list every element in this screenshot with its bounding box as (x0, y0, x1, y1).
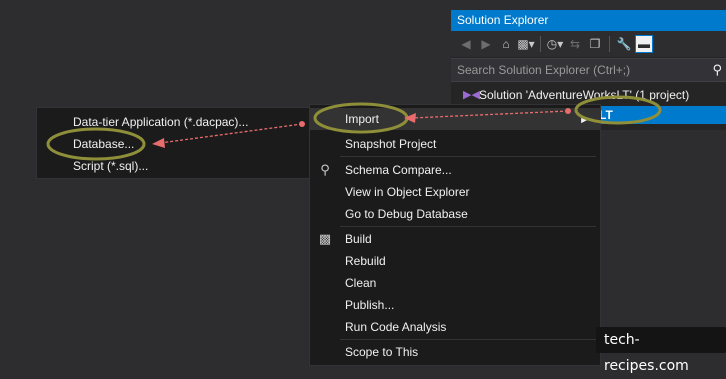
search-placeholder: Search Solution Explorer (Ctrl+;) (457, 63, 631, 77)
submenu-item-script[interactable]: Script (*.sql)... (73, 155, 148, 177)
toolbar-separator (540, 36, 541, 52)
forward-icon[interactable]: ▶ (477, 35, 495, 53)
menu-item-publish[interactable]: Publish... (310, 294, 600, 316)
menu-item-label: Snapshot Project (345, 137, 437, 151)
menu-item-go-to-debug-database[interactable]: Go to Debug Database (310, 203, 600, 225)
submenu-item-data-tier-application[interactable]: Data-tier Application (*.dacpac)... (73, 111, 248, 133)
menu-item-label: Clean (345, 276, 377, 290)
toolbar-separator (609, 36, 610, 52)
menu-item-label: Import (345, 112, 380, 126)
menu-item-run-code-analysis[interactable]: Run Code Analysis (310, 316, 600, 338)
menu-separator (340, 226, 596, 227)
menu-item-build[interactable]: ▩ Build (310, 228, 600, 250)
menu-item-schema-compare[interactable]: ⚲ Schema Compare... (310, 159, 600, 181)
sync-icon[interactable]: ⇆ (566, 35, 584, 53)
search-icon[interactable]: ⚲ (712, 62, 722, 78)
menu-item-snapshot-project[interactable]: Snapshot Project (310, 133, 600, 155)
build-icon: ▩ (318, 231, 332, 246)
submenu-item-database[interactable]: Database... (73, 133, 134, 155)
menu-item-label: Build (345, 232, 372, 246)
properties-icon[interactable]: 🔧 (615, 35, 633, 53)
menu-item-label: Go to Debug Database (345, 207, 468, 221)
back-icon[interactable]: ◀ (457, 35, 475, 53)
menu-item-rebuild[interactable]: Rebuild (310, 250, 600, 272)
watermark: tech-recipes.com (596, 327, 726, 374)
history-icon[interactable]: ◷▾ (546, 35, 564, 53)
menu-separator (340, 339, 596, 340)
menu-item-label: View in Object Explorer (345, 185, 470, 199)
solution-explorer-toolbar: ◀ ▶ ⌂ ▩▾ ◷▾ ⇆ ❐ 🔧 ▬ (451, 31, 726, 57)
solution-label: Solution 'AdventureWorksLT' (1 project) (479, 88, 690, 102)
visual-studio-solution-icon: ▶◀ (463, 89, 480, 101)
home-icon[interactable]: ⌂ (497, 35, 515, 53)
menu-item-scope-to-this[interactable]: Scope to This (310, 341, 600, 363)
menu-item-clean[interactable]: Clean (310, 272, 600, 294)
solution-explorer-search[interactable]: Search Solution Explorer (Ctrl+;) ⚲ (451, 58, 726, 82)
submenu-arrow-icon: ▶ (581, 114, 588, 124)
preview-icon[interactable]: ▬ (635, 35, 653, 53)
tree-item-solution[interactable]: ▶◀ Solution 'AdventureWorksLT' (1 projec… (451, 86, 726, 104)
menu-item-label: Rebuild (345, 254, 386, 268)
menu-item-label: Schema Compare... (345, 163, 452, 177)
project-label: LT (599, 108, 613, 122)
solution-explorer-title: Solution Explorer (451, 10, 726, 31)
menu-item-label: Run Code Analysis (345, 320, 447, 334)
import-submenu: Data-tier Application (*.dacpac)... Data… (36, 107, 310, 179)
menu-item-view-in-object-explorer[interactable]: View in Object Explorer (310, 181, 600, 203)
menu-item-label: Publish... (345, 298, 395, 312)
schema-compare-icon: ⚲ (320, 162, 330, 177)
project-context-menu: Import ▶ Snapshot Project ⚲ Schema Compa… (309, 104, 601, 366)
switch-views-icon[interactable]: ▩▾ (517, 35, 535, 53)
menu-item-label: Scope to This (345, 345, 419, 359)
menu-separator (340, 156, 596, 157)
menu-item-import[interactable]: Import ▶ (310, 108, 600, 130)
collapse-all-icon[interactable]: ❐ (586, 35, 604, 53)
